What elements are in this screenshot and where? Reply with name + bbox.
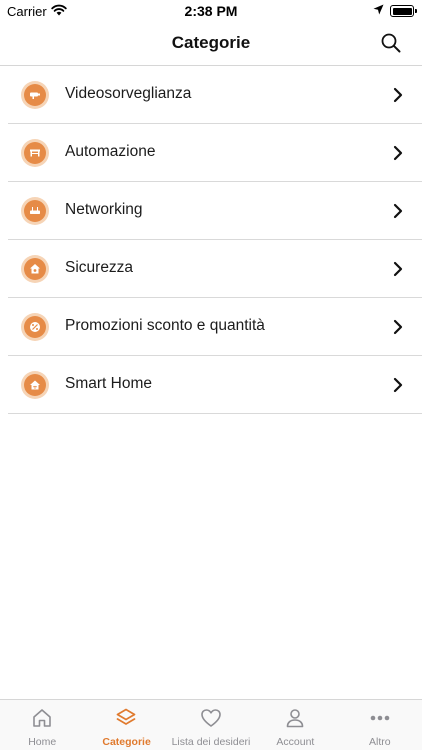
category-row-sicurezza[interactable]: Sicurezza [8,240,422,298]
page-title: Categorie [171,33,251,52]
category-label: Smart Home [65,375,152,392]
chevron-right-icon [393,261,403,277]
category-row-networking[interactable]: Networking [8,182,422,240]
category-label: Videosorveglianza [65,85,192,102]
category-label: Automazione [65,143,156,160]
tab-label: Home [28,736,57,748]
tab-label: Account [276,736,315,748]
category-list: Videosorveglianza Automazione Networking… [8,66,422,414]
battery-icon [390,5,417,17]
tab-categorie[interactable]: Categorie [84,700,168,750]
chevron-right-icon [393,203,403,219]
category-row-automazione[interactable]: Automazione [8,124,422,182]
category-row-smart-home[interactable]: Smart Home [8,356,422,414]
gate-icon [21,139,49,167]
category-label: Sicurezza [65,259,134,276]
camera-icon [21,81,49,109]
category-row-promozioni[interactable]: Promozioni sconto e quantità [8,298,422,356]
heart-icon [200,709,221,727]
search-icon[interactable] [380,32,402,54]
chevron-right-icon [393,87,403,103]
tab-label: Categorie [102,736,151,748]
router-icon [21,197,49,225]
home-shield-icon [21,255,49,283]
status-bar: Carrier 2:38 PM [0,0,422,22]
smart-home-wifi-icon [21,371,49,399]
chevron-right-icon [393,377,403,393]
tab-label: Lista dei desideri [171,736,251,748]
category-label: Networking [65,201,143,218]
layers-icon [117,708,136,725]
home-icon [33,709,51,727]
tab-label: Altro [368,736,391,748]
tab-home[interactable]: Home [0,700,84,750]
percent-tag-icon [21,313,49,341]
tab-bar: Home Categorie Lista dei desideri Accoun… [0,699,422,750]
tab-altro[interactable]: Altro [338,700,422,750]
navigation-bar: Categorie [0,22,422,66]
more-dots-icon [370,715,389,721]
tab-account[interactable]: Account [253,700,337,750]
chevron-right-icon [393,145,403,161]
person-icon [286,709,304,728]
tab-lista-dei-desideri[interactable]: Lista dei desideri [169,700,253,750]
category-label: Promozioni sconto e quantità [65,317,265,334]
chevron-right-icon [393,319,403,335]
clock-time: 2:38 PM [184,3,238,19]
location-arrow-icon [373,4,384,15]
category-row-videosorveglianza[interactable]: Videosorveglianza [8,66,422,124]
